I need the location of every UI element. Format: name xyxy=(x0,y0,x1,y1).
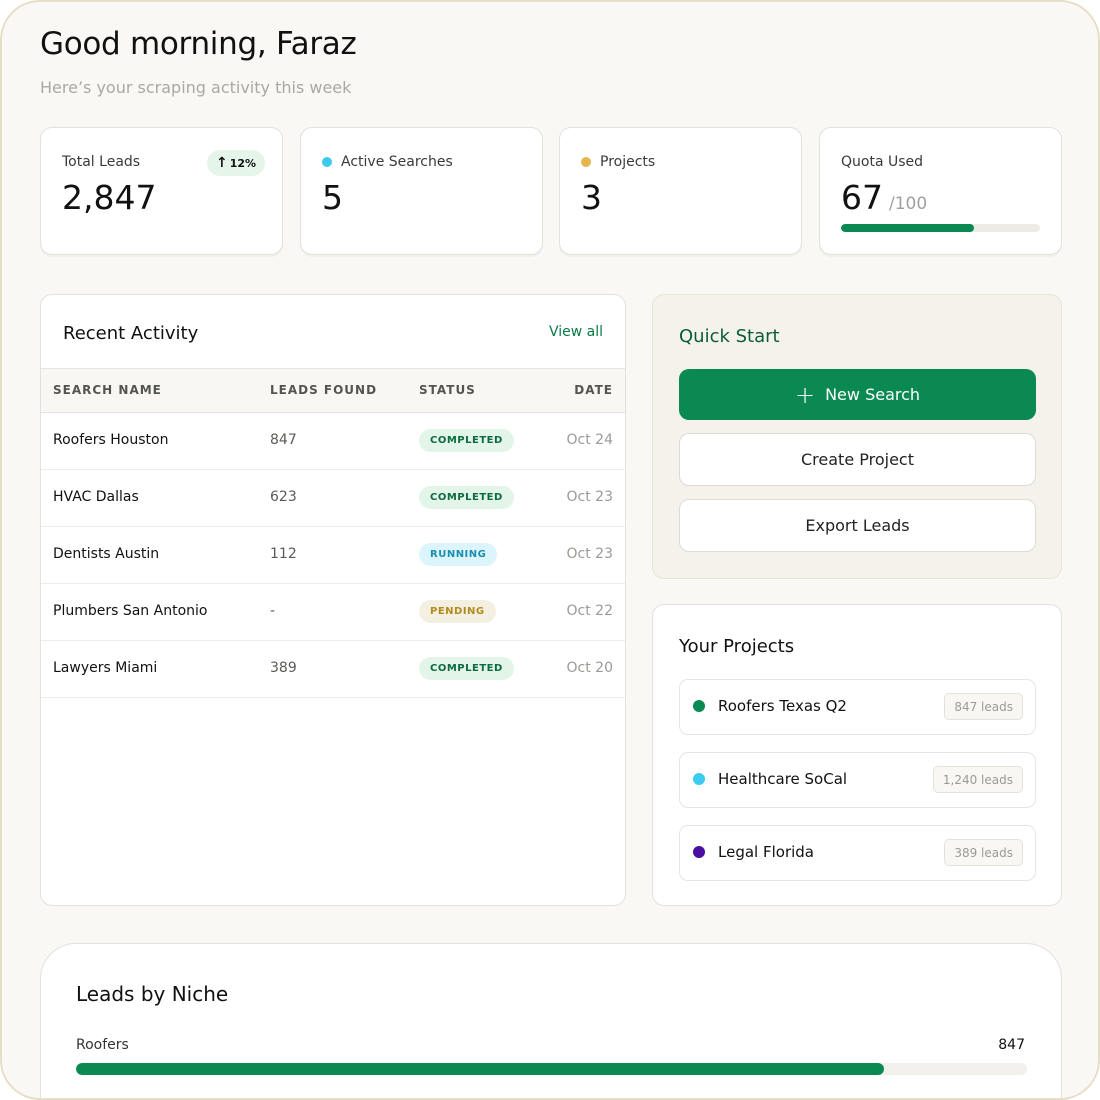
leads-found: 389 xyxy=(270,660,297,676)
button-label: New Search xyxy=(825,385,921,404)
project-name: Legal Florida xyxy=(718,843,814,861)
stat-label: Projects xyxy=(600,154,656,170)
arrow-up-icon: ↑ xyxy=(216,155,228,171)
search-name: Lawyers Miami xyxy=(53,660,158,676)
column-header: DATE xyxy=(574,383,613,397)
project-dot-icon xyxy=(693,846,705,858)
table-row[interactable]: Roofers Houston 847 COMPLETED Oct 24 xyxy=(41,413,625,470)
quota-value-row: 67/100 xyxy=(841,178,927,217)
project-dot-icon xyxy=(693,700,705,712)
row-date: Oct 20 xyxy=(566,660,613,676)
table-row[interactable]: Plumbers San Antonio - PENDING Oct 22 xyxy=(41,584,625,641)
stat-label: Total Leads xyxy=(62,154,141,170)
quota-progress-fill xyxy=(841,224,975,232)
niche-value: 847 xyxy=(998,1037,1025,1053)
table-header: SEARCH NAME LEADS FOUND STATUS DATE xyxy=(41,368,625,413)
stat-card-quota: Quota Used 67/100 xyxy=(819,127,1062,255)
quota-max: /100 xyxy=(889,194,928,214)
export-leads-button[interactable]: Export Leads xyxy=(679,499,1036,552)
search-name: Roofers Houston xyxy=(53,432,169,448)
column-header: STATUS xyxy=(419,383,476,397)
stat-label-row: Active Searches xyxy=(322,154,453,170)
recent-activity-card: Recent Activity View all SEARCH NAME LEA… xyxy=(40,294,626,906)
section-title: Recent Activity xyxy=(63,323,199,344)
lead-count-badge: 847 leads xyxy=(944,693,1023,720)
change-value: 12% xyxy=(229,156,257,170)
stat-label-row: Projects xyxy=(581,154,655,170)
column-header: LEADS FOUND xyxy=(270,383,378,397)
stat-value: 67 xyxy=(841,178,883,217)
stat-label: Quota Used xyxy=(841,154,924,170)
project-item[interactable]: Roofers Texas Q2 847 leads xyxy=(679,679,1036,735)
leads-found: - xyxy=(270,603,276,619)
row-date: Oct 23 xyxy=(566,489,613,505)
status-badge: PENDING xyxy=(419,600,496,623)
status-dot-icon xyxy=(581,157,591,167)
niche-progress-bar xyxy=(76,1063,1027,1075)
table-row[interactable]: Lawyers Miami 389 COMPLETED Oct 20 xyxy=(41,641,625,698)
status-badge: COMPLETED xyxy=(419,657,514,680)
new-search-button[interactable]: + New Search xyxy=(679,369,1036,420)
project-item[interactable]: Healthcare SoCal 1,240 leads xyxy=(679,752,1036,808)
stat-card-active-searches: Active Searches 5 xyxy=(300,127,543,255)
search-name: HVAC Dallas xyxy=(53,489,139,505)
row-date: Oct 24 xyxy=(566,432,613,448)
section-title: Leads by Niche xyxy=(76,982,229,1006)
stat-value: 3 xyxy=(581,178,602,217)
section-title: Your Projects xyxy=(679,636,795,657)
quick-start-card: Quick Start + New Search Create Project … xyxy=(652,294,1062,579)
plus-icon: + xyxy=(794,380,816,409)
lead-count-badge: 1,240 leads xyxy=(932,766,1023,793)
stat-label: Active Searches xyxy=(341,154,453,170)
status-badge: COMPLETED xyxy=(419,429,514,452)
project-name: Roofers Texas Q2 xyxy=(718,697,847,715)
leads-by-niche-card: Leads by Niche Roofers 847 xyxy=(40,943,1062,1098)
section-title: Quick Start xyxy=(679,326,780,347)
table-row[interactable]: Dentists Austin 112 RUNNING Oct 23 xyxy=(41,527,625,584)
search-name: Plumbers San Antonio xyxy=(53,603,208,619)
column-header: SEARCH NAME xyxy=(53,383,162,397)
create-project-button[interactable]: Create Project xyxy=(679,433,1036,486)
project-name: Healthcare SoCal xyxy=(718,770,848,788)
quota-progress-bar xyxy=(841,224,1040,232)
page-title: Good morning, Faraz xyxy=(40,26,357,62)
change-badge: ↑ 12% xyxy=(207,150,266,176)
leads-found: 623 xyxy=(270,489,297,505)
stat-value: 5 xyxy=(322,178,343,217)
project-dot-icon xyxy=(693,773,705,785)
niche-label: Roofers xyxy=(76,1037,129,1053)
stat-card-projects: Projects 3 xyxy=(559,127,802,255)
your-projects-card: Your Projects Roofers Texas Q2 847 leads H… xyxy=(652,604,1062,906)
status-dot-icon xyxy=(322,157,332,167)
dashboard: Good morning, Faraz Here’s your scraping… xyxy=(0,0,1100,1100)
leads-found: 847 xyxy=(270,432,297,448)
view-all-link[interactable]: View all xyxy=(549,324,603,340)
search-name: Dentists Austin xyxy=(53,546,160,562)
leads-found: 112 xyxy=(270,546,297,562)
project-item[interactable]: Legal Florida 389 leads xyxy=(679,825,1036,881)
niche-progress-fill xyxy=(76,1063,885,1075)
page-subtitle: Here’s your scraping activity this week xyxy=(40,78,352,97)
table-row[interactable]: HVAC Dallas 623 COMPLETED Oct 23 xyxy=(41,470,625,527)
row-date: Oct 23 xyxy=(566,546,613,562)
lead-count-badge: 389 leads xyxy=(944,839,1023,866)
stat-card-total-leads: Total Leads ↑ 12% 2,847 xyxy=(40,127,283,255)
row-date: Oct 22 xyxy=(566,603,613,619)
stat-value: 2,847 xyxy=(62,178,157,217)
status-badge: RUNNING xyxy=(419,543,498,566)
status-badge: COMPLETED xyxy=(419,486,514,509)
